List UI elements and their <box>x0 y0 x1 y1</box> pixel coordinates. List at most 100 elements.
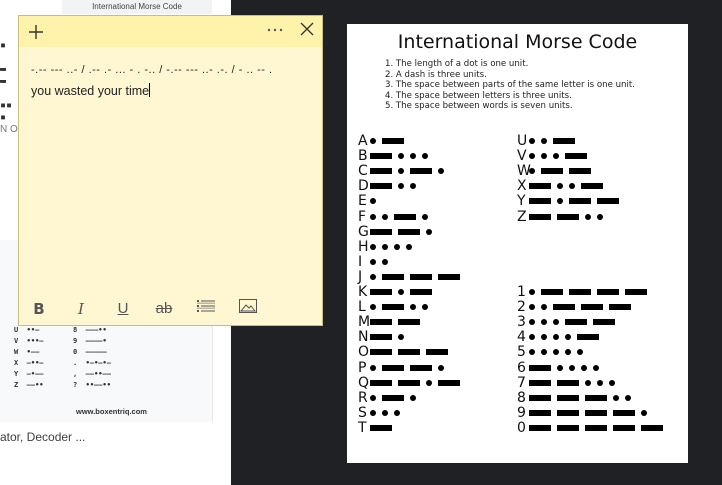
morse-dot <box>438 364 444 371</box>
morse-dot <box>422 213 428 220</box>
morse-entry-9: 9 <box>517 406 653 420</box>
morse-character: E <box>358 193 367 210</box>
morse-dash <box>410 168 432 175</box>
morse-dot <box>370 273 376 280</box>
morse-dash <box>438 273 460 280</box>
morse-entry-2: 2 <box>517 300 637 314</box>
morse-entry-a: A <box>358 134 410 148</box>
morse-dot <box>541 304 547 311</box>
morse-dash <box>541 289 563 295</box>
morse-dot <box>370 213 376 220</box>
morse-dot <box>569 364 575 371</box>
morse-entry-h: H <box>358 240 418 254</box>
morse-dash <box>370 168 392 175</box>
morse-character: F <box>358 208 367 225</box>
morse-character: I <box>358 253 363 270</box>
morse-dot <box>541 349 547 356</box>
more-options-icon[interactable] <box>266 20 286 40</box>
insert-image-icon[interactable] <box>236 297 260 321</box>
morse-dash <box>410 289 432 295</box>
morse-character: A <box>358 133 368 149</box>
morse-character: G <box>358 223 369 240</box>
morse-dash <box>557 379 579 386</box>
morse-symbol <box>370 334 410 341</box>
morse-character: 8 <box>517 389 526 406</box>
morse-dash <box>529 198 551 205</box>
morse-dash <box>529 424 551 431</box>
morse-dot <box>422 304 428 311</box>
morse-character: S <box>358 404 367 421</box>
morse-symbol <box>529 153 593 160</box>
morse-dash <box>398 319 420 326</box>
morse-symbol <box>529 213 609 220</box>
note-morse-line: -.-- --- ..- / .-- .- ... - . -.. / -.--… <box>31 64 273 76</box>
morse-dash <box>398 228 420 235</box>
morse-dot <box>609 379 615 386</box>
morse-dot <box>370 243 376 250</box>
morse-dot <box>382 258 388 265</box>
morse-entry-n: N <box>358 330 410 344</box>
bold-button[interactable]: B <box>27 297 51 321</box>
morse-entry-c: C <box>358 164 450 178</box>
morse-dot <box>382 409 388 416</box>
morse-dash <box>394 213 416 220</box>
morse-dot <box>565 334 571 341</box>
morse-dot <box>597 379 603 386</box>
morse-character: Y <box>517 193 526 210</box>
morse-dot <box>529 319 535 326</box>
morse-character: T <box>358 419 367 436</box>
strikethrough-button[interactable]: ab <box>152 297 176 321</box>
morse-entry-l: L <box>358 300 434 314</box>
morse-symbol <box>370 379 466 386</box>
morse-dot <box>557 364 563 371</box>
morse-entry-v: V <box>517 149 593 163</box>
add-note-icon[interactable] <box>27 19 47 43</box>
morse-dash <box>557 213 579 220</box>
morse-entry-1: 1 <box>517 285 653 299</box>
morse-entry-7: 7 <box>517 376 621 390</box>
morse-dash <box>382 304 404 311</box>
morse-character: 6 <box>517 359 526 376</box>
morse-symbol <box>529 168 597 175</box>
underline-button[interactable]: U <box>111 297 135 321</box>
morse-dot <box>410 304 416 311</box>
morse-symbol <box>529 379 621 386</box>
result-caption[interactable]: ator, Decoder ... <box>0 430 85 444</box>
morse-entry-m: M <box>358 315 426 329</box>
morse-symbol <box>529 349 589 356</box>
bullet-list-icon[interactable] <box>194 297 218 321</box>
morse-dash <box>370 153 392 160</box>
close-icon[interactable] <box>299 21 315 37</box>
morse-character: 1 <box>517 284 526 300</box>
morse-dot <box>541 153 547 160</box>
morse-dot <box>625 394 631 401</box>
morse-dash <box>370 228 392 235</box>
morse-dash <box>529 394 551 401</box>
morse-dash <box>370 289 392 295</box>
italic-button[interactable]: I <box>69 297 93 321</box>
morse-entry-8: 8 <box>517 391 637 405</box>
morse-character: Q <box>358 374 370 391</box>
morse-dot <box>585 379 591 386</box>
morse-dot <box>557 198 563 205</box>
morse-dash <box>565 153 587 160</box>
morse-dot <box>394 409 400 416</box>
morse-dash <box>641 424 663 431</box>
morse-character: 5 <box>517 344 526 361</box>
morse-dot <box>541 334 547 341</box>
morse-dash <box>597 289 619 295</box>
morse-entry-5: 5 <box>517 345 589 359</box>
morse-character: 9 <box>517 404 526 421</box>
morse-symbol <box>529 198 625 205</box>
morse-dash <box>398 379 420 386</box>
morse-symbol <box>529 394 637 401</box>
morse-dot <box>438 168 444 175</box>
morse-dash <box>382 364 404 371</box>
note-text-area[interactable]: -.-- --- ..- / .-- .- ... - . -.. / -.--… <box>31 60 316 102</box>
morse-symbol <box>529 364 605 371</box>
morse-entry-y: Y <box>517 194 625 208</box>
morse-dash <box>557 394 579 401</box>
morse-symbol <box>370 138 410 144</box>
morse-dot <box>398 168 404 175</box>
morse-dash <box>382 394 404 401</box>
